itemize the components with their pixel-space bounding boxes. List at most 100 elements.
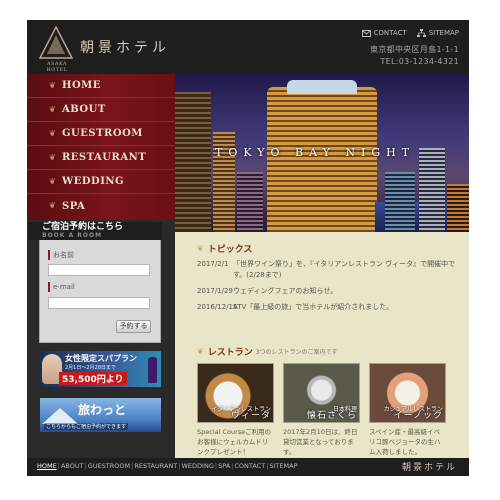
wine-bottle-icon (148, 357, 157, 383)
name-label: お名前 (48, 250, 74, 260)
ornament-icon: ❦ (197, 244, 204, 253)
spa-banner-title: 女性限定スパプラン (65, 354, 137, 363)
topic-text: ウェディングフェアのお知らせ。 (233, 287, 338, 295)
restaurant-card-vita[interactable]: イタリアンレストラン ヴィータ Special Courseご利用のお客様にウェ… (197, 363, 274, 457)
footer-separator: | (214, 462, 218, 470)
nav-item-label: SPA (62, 200, 86, 212)
footer-link-about[interactable]: ABOUT (61, 462, 84, 470)
topic-text: 「世界ワイン祭り」を、『イタリアンレストラン ヴィータ』で開催中です。(2/28… (233, 260, 456, 279)
nav-item-home[interactable]: ❦ HOME (27, 74, 175, 98)
footer-separator: | (84, 462, 87, 470)
nav-item-guestroom[interactable]: ❦ GUESTROOM (27, 122, 175, 146)
name-input[interactable] (48, 264, 150, 276)
footer-link-home[interactable]: HOME (37, 462, 57, 470)
booking-subtitle: BOOK A ROOM (42, 232, 103, 239)
building-shape (385, 172, 415, 232)
header: ASAKA HOTEL 朝景ホテル CONTACT SITEMAP 東京都中央区… (27, 20, 469, 74)
reserve-button[interactable]: 予約する (116, 320, 151, 333)
topic-date: 2017/1/29 (197, 287, 233, 295)
nav-item-label: ABOUT (62, 104, 106, 115)
sitemap-link[interactable]: SITEMAP (416, 29, 459, 37)
restaurant-caption-big: イーノック (393, 411, 443, 421)
footer-link-sitemap[interactable]: SITEMAP (269, 462, 297, 470)
nav-bullet-icon: ❦ (49, 128, 56, 138)
topic-item[interactable]: 2016/12/15 ATV「最上級の旅」で当ホテルが紹介されました。 (197, 302, 461, 313)
tabiwatto-title: 旅わっと (78, 403, 127, 417)
email-label: e-mail (48, 282, 75, 292)
contact-link[interactable]: CONTACT (361, 29, 407, 37)
nav-item-label: RESTAURANT (62, 152, 147, 163)
nav-bullet-icon: ❦ (49, 104, 56, 114)
restaurant-caption: 日本料理 懐石さくら (306, 406, 357, 421)
booking-title: ご宿泊予約はこちら (42, 222, 124, 232)
spa-plan-banner[interactable]: 女性限定スパプラン 2月1日～2月28日まで 53,500円より (40, 351, 161, 387)
nav-item-about[interactable]: ❦ ABOUT (27, 98, 175, 122)
restaurant-desc: Special Courseご利用のお客様にウェルカムドリンクプレゼント！ (197, 428, 272, 456)
nav-item-label: GUESTROOM (62, 128, 143, 139)
footer-link-wedding[interactable]: WEDDING (182, 462, 214, 470)
building-shape (175, 92, 211, 232)
email-input[interactable] (48, 297, 150, 309)
topic-item[interactable]: 2017/2/1 「世界ワイン祭り」を、『イタリアンレストラン ヴィータ』で開催… (197, 259, 461, 281)
hotel-tower-shape (267, 87, 377, 232)
footer-link-guestroom[interactable]: GUESTROOM (88, 462, 130, 470)
main-nav: ❦ HOME ❦ ABOUT ❦ GUESTROOM ❦ RESTAURANT ❦ WED… (27, 74, 175, 220)
topic-item[interactable]: 2017/1/29 ウェディングフェアのお知らせ。 (197, 286, 461, 297)
site-container: ASAKA HOTEL 朝景ホテル CONTACT SITEMAP 東京都中央区… (27, 20, 469, 476)
contact-label: CONTACT (373, 29, 407, 37)
booking-header: ご宿泊予約はこちら BOOK A ROOM (28, 222, 162, 240)
building-shape (447, 184, 469, 232)
restaurant-caption-big: 懐石さくら (306, 411, 357, 421)
hotel-logo-icon[interactable] (39, 26, 73, 60)
topics-list: 2017/2/1 「世界ワイン祭り」を、『イタリアンレストラン ヴィータ』で開催… (197, 259, 461, 318)
footer-links: HOME|ABOUT|GUESTROOM|RESTAURANT|WEDDING|… (37, 462, 298, 470)
nav-bullet-icon: ❦ (49, 176, 56, 186)
tabiwatto-text: こちらからもご宿泊予約ができます (44, 423, 129, 430)
nav-item-label: HOME (62, 80, 101, 91)
restaurant-caption-big: ヴィータ (230, 411, 271, 421)
nav-item-spa[interactable]: ❦ SPA (27, 194, 175, 218)
nav-bullet-icon: ❦ (49, 201, 56, 210)
topic-date: 2017/2/1 (197, 260, 229, 268)
header-links: CONTACT SITEMAP (361, 29, 459, 37)
nav-item-label: WEDDING (62, 176, 125, 187)
building-shape (419, 148, 445, 232)
nav-bullet-icon: ❦ (49, 80, 56, 90)
topic-date: 2016/12/15 (197, 303, 238, 311)
restaurant-card-enoch[interactable]: カジュアルレストラン イーノック スペイン産・最高級イベリコ豚ベジョータの生ハム… (369, 363, 446, 457)
footer-link-restaurant[interactable]: RESTAURANT (134, 462, 177, 470)
sidebar: ❦ HOME ❦ ABOUT ❦ GUESTROOM ❦ RESTAURANT ❦ WED… (27, 74, 175, 476)
restaurant-heading: ❦ レストラン 3つのレストランのご案内です (197, 345, 338, 358)
mail-icon (361, 29, 371, 37)
sitemap-label: SITEMAP (428, 29, 459, 37)
hero-image: TOKYO BAY NIGHT (175, 74, 469, 232)
logo-subtitle: ASAKA HOTEL (46, 61, 68, 73)
footer-separator: | (57, 462, 60, 470)
tabiwatto-banner[interactable]: 旅わっと こちらからもご宿泊予約ができます (40, 398, 161, 432)
restaurant-card-sakura[interactable]: 日本料理 懐石さくら 2017年2月10日は、終日貸切営業となっております。 (283, 363, 360, 457)
footer-link-contact[interactable]: CONTACT (234, 462, 265, 470)
restaurant-heading-text: レストラン (207, 348, 253, 358)
restaurant-photo[interactable]: 日本料理 懐石さくら (283, 363, 360, 423)
nav-item-restaurant[interactable]: ❦ RESTAURANT (27, 146, 175, 170)
restaurant-caption: カジュアルレストラン イーノック (384, 406, 443, 421)
main-content: ❦ トピックス 2017/2/1 「世界ワイン祭り」を、『イタリアンレストラン … (175, 232, 469, 472)
footer-separator: | (131, 462, 134, 470)
logo-text[interactable]: 朝景ホテル (80, 37, 170, 57)
spa-banner-price: 53,500円より (59, 372, 127, 385)
topic-text: ATV「最上級の旅」で当ホテルが紹介されました。 (233, 303, 394, 311)
restaurant-desc: 2017年2月10日は、終日貸切営業となっております。 (283, 428, 358, 456)
restaurant-photo[interactable]: イタリアンレストラン ヴィータ (197, 363, 274, 423)
restaurant-photo[interactable]: カジュアルレストラン イーノック (369, 363, 446, 423)
sitemap-icon (416, 29, 426, 37)
address-block: 東京都中央区月島1-1-1 TEL:03-1234-4321 (370, 44, 459, 68)
footer-link-spa[interactable]: SPA (218, 462, 230, 470)
address-text: 東京都中央区月島1-1-1 (370, 45, 459, 54)
topics-heading-text: トピックス (207, 245, 253, 255)
footer: HOME|ABOUT|GUESTROOM|RESTAURANT|WEDDING|… (27, 458, 469, 476)
nav-bullet-icon: ❦ (49, 152, 56, 162)
tower-top-shape (287, 80, 357, 94)
nav-item-wedding[interactable]: ❦ WEDDING (27, 170, 175, 194)
spa-banner-period: 2月1日～2月28日まで (65, 365, 116, 371)
footer-separator: | (178, 462, 181, 470)
